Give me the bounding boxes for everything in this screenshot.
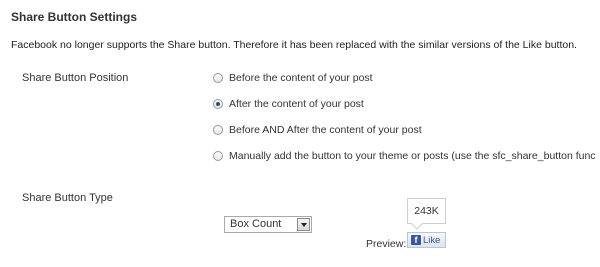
share-button-position-label: Share Button Position [22, 72, 129, 84]
radio-option-manual[interactable]: Manually add the button to your theme or… [213, 149, 596, 162]
notice-text: Facebook no longer supports the Share bu… [11, 39, 577, 51]
share-button-type-label: Share Button Type [22, 192, 113, 204]
page-title: Share Button Settings [11, 10, 138, 24]
share-button-type-select[interactable]: Box Count [224, 216, 312, 233]
like-button[interactable]: f Like [407, 232, 446, 248]
radio-option-before[interactable]: Before the content of your post [213, 71, 596, 84]
chevron-down-icon[interactable] [297, 218, 310, 231]
preview-label: Preview: [366, 238, 407, 250]
position-radio-group: Before the content of your post After th… [213, 71, 596, 175]
radio-button-before[interactable] [213, 72, 223, 83]
radio-button-before-and-after[interactable] [213, 124, 223, 135]
facebook-f-icon: f [411, 235, 421, 245]
radio-label-manual: Manually add the button to your theme or… [229, 149, 596, 162]
radio-label-after: After the content of your post [229, 97, 364, 110]
radio-option-before-and-after[interactable]: Before AND After the content of your pos… [213, 123, 596, 136]
radio-button-manual[interactable] [213, 150, 223, 161]
like-count-bubble: 243K [407, 198, 446, 224]
radio-option-after[interactable]: After the content of your post [213, 97, 596, 110]
radio-button-after[interactable] [213, 98, 223, 109]
select-value: Box Count [230, 218, 282, 230]
like-label: Like [423, 234, 441, 246]
radio-label-before-and-after: Before AND After the content of your pos… [229, 123, 422, 136]
radio-label-before: Before the content of your post [229, 71, 373, 84]
